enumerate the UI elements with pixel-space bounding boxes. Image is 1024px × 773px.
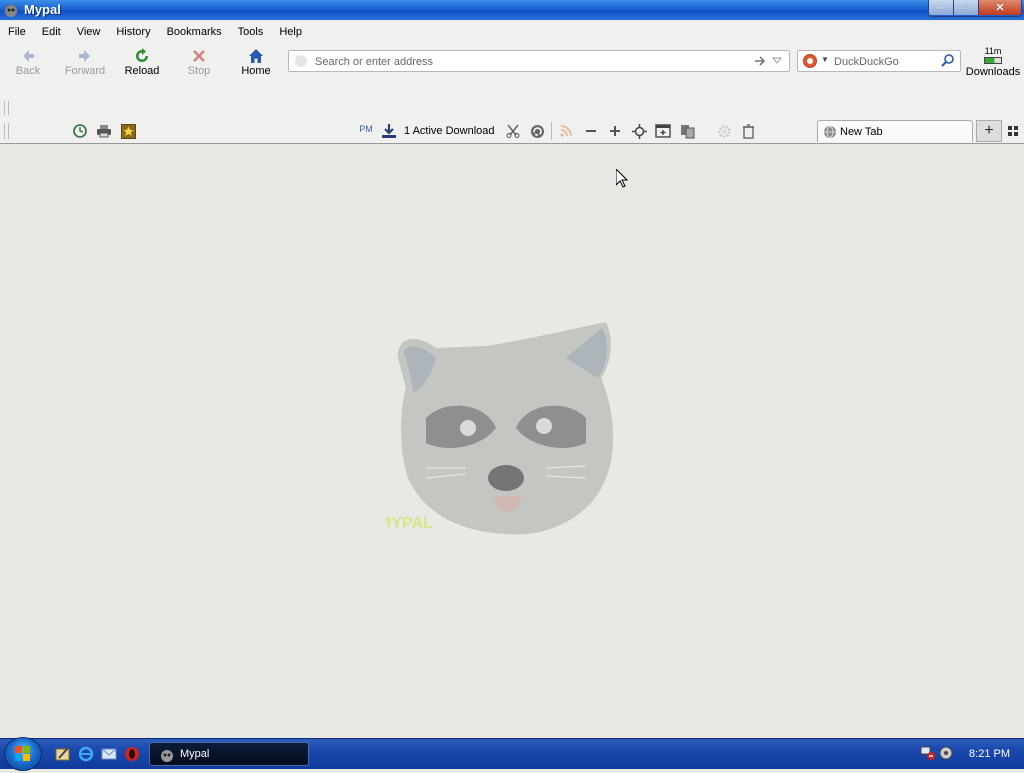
toolbar-separator	[551, 122, 552, 140]
pm-label: PM	[359, 123, 373, 134]
go-arrow-icon[interactable]	[753, 54, 767, 68]
taskbar-app-label: Mypal	[180, 748, 210, 760]
arrow-right-icon	[79, 50, 90, 62]
start-button[interactable]	[4, 737, 42, 771]
home-label: Home	[241, 65, 271, 77]
stop-button[interactable]: Stop	[171, 47, 227, 77]
arrow-left-icon	[23, 50, 34, 62]
maximize-icon: ▫	[964, 1, 968, 14]
minimize-icon: –	[937, 1, 945, 14]
taskbar-clock[interactable]: 8:21 PM	[969, 748, 1010, 760]
windows-logo-icon	[15, 746, 30, 761]
window-controls: – ▫ ✕	[928, 0, 1022, 17]
close-button[interactable]: ✕	[979, 0, 1021, 15]
menu-bookmarks[interactable]: Bookmarks	[159, 26, 230, 38]
stop-x-icon	[193, 50, 205, 62]
toolbar-grip-2[interactable]	[4, 123, 9, 139]
tab-grid-icon[interactable]	[1008, 126, 1018, 136]
back-label: Back	[15, 65, 41, 77]
close-icon: ✕	[995, 2, 1005, 14]
taskbar-mypal-button[interactable]: Mypal	[149, 742, 309, 766]
addon-tab-toolbar: PM 1 Active Download New Tab +	[0, 119, 1024, 144]
search-engine-dropdown-icon[interactable]: ▼	[821, 55, 829, 64]
network-warning-icon[interactable]	[920, 745, 936, 761]
menu-view[interactable]: View	[69, 26, 109, 38]
toolbar-grip[interactable]	[4, 101, 9, 115]
navigation-toolbar: Back Forward Reload Stop Home ▼ 11m Down…	[0, 43, 1024, 85]
downloads-button[interactable]: 11m Downloads	[964, 46, 1022, 78]
internet-explorer-icon[interactable]	[78, 746, 94, 762]
trash-restore-icon[interactable]	[740, 123, 756, 139]
page-identity-icon[interactable]	[295, 55, 307, 67]
active-download-status[interactable]: 1 Active Download	[404, 125, 495, 137]
zoom-out-icon[interactable]	[583, 123, 599, 139]
mail-quicklaunch-icon[interactable]	[101, 746, 117, 762]
window-title: Mypal	[24, 2, 61, 17]
downloads-time-remaining: 11m	[984, 46, 1002, 56]
mypal-app-icon	[5, 4, 17, 17]
reload-button[interactable]: Reload	[114, 47, 170, 77]
rss-feed-icon[interactable]	[558, 123, 574, 139]
menu-history[interactable]: History	[108, 26, 158, 38]
taskbar: Mypal 8:21 PM	[0, 737, 1024, 771]
downloads-progress-icon	[984, 57, 1002, 64]
new-window-icon[interactable]	[655, 123, 671, 139]
edit-tool-quicklaunch-icon[interactable]	[55, 746, 71, 762]
zoom-in-icon[interactable]	[607, 123, 623, 139]
raccoon-mascot-logo: MYPAL	[386, 322, 614, 535]
duckduckgo-icon[interactable]	[803, 54, 817, 68]
menu-file[interactable]: File	[0, 26, 34, 38]
globe-icon	[824, 125, 836, 139]
plus-icon: +	[984, 122, 994, 139]
scissors-icon[interactable]	[505, 123, 521, 139]
reload-icon	[136, 48, 148, 62]
search-bar[interactable]: ▼	[797, 50, 961, 72]
history-clock-icon[interactable]	[72, 123, 88, 139]
mypal-taskbar-icon	[161, 750, 173, 762]
menu-edit[interactable]: Edit	[34, 26, 69, 38]
mypal-logo-text: MYPAL	[386, 515, 433, 532]
forward-label: Forward	[64, 65, 106, 77]
menu-help[interactable]: Help	[271, 26, 310, 38]
tab-new-tab[interactable]: New Tab	[817, 120, 973, 142]
copy-pages-icon[interactable]	[679, 123, 695, 139]
volume-status-icon[interactable]	[938, 745, 954, 761]
home-button[interactable]: Home	[228, 47, 284, 77]
maximize-button[interactable]: ▫	[954, 0, 979, 15]
address-bar[interactable]	[288, 50, 790, 72]
gear-icon[interactable]	[716, 123, 732, 139]
opera-icon[interactable]	[124, 746, 140, 762]
mouse-cursor-icon	[616, 169, 628, 188]
new-tab-button[interactable]: +	[976, 120, 1002, 142]
home-icon	[249, 49, 263, 63]
search-input[interactable]	[832, 53, 936, 71]
reload-label: Reload	[124, 65, 160, 77]
page-content[interactable]: MYPAL	[0, 144, 1024, 738]
minimize-button[interactable]: –	[929, 0, 954, 15]
back-button[interactable]: Back	[0, 47, 56, 77]
zoom-reset-icon[interactable]	[631, 123, 647, 139]
tab-title: New Tab	[840, 126, 883, 138]
stop-label: Stop	[187, 65, 211, 77]
bookmarks-star-icon[interactable]	[120, 123, 136, 139]
address-input[interactable]	[313, 53, 737, 71]
menu-bar: File Edit View History Bookmarks Tools H…	[0, 21, 1024, 43]
menu-tools[interactable]: Tools	[230, 26, 272, 38]
downloads-label: Downloads	[965, 66, 1021, 78]
print-icon[interactable]	[96, 123, 112, 139]
history-dropdown-icon[interactable]	[771, 54, 783, 66]
bookmarks-toolbar	[0, 85, 1024, 120]
search-icon[interactable]	[940, 53, 956, 69]
system-tray: 8:21 PM	[916, 739, 1024, 769]
pm-addon-icon[interactable]: PM	[358, 121, 374, 137]
download-arrow-icon[interactable]	[381, 123, 397, 139]
title-bar: Mypal – ▫ ✕	[0, 0, 1024, 20]
forward-button[interactable]: Forward	[57, 47, 113, 77]
sync-icon[interactable]	[529, 123, 545, 139]
